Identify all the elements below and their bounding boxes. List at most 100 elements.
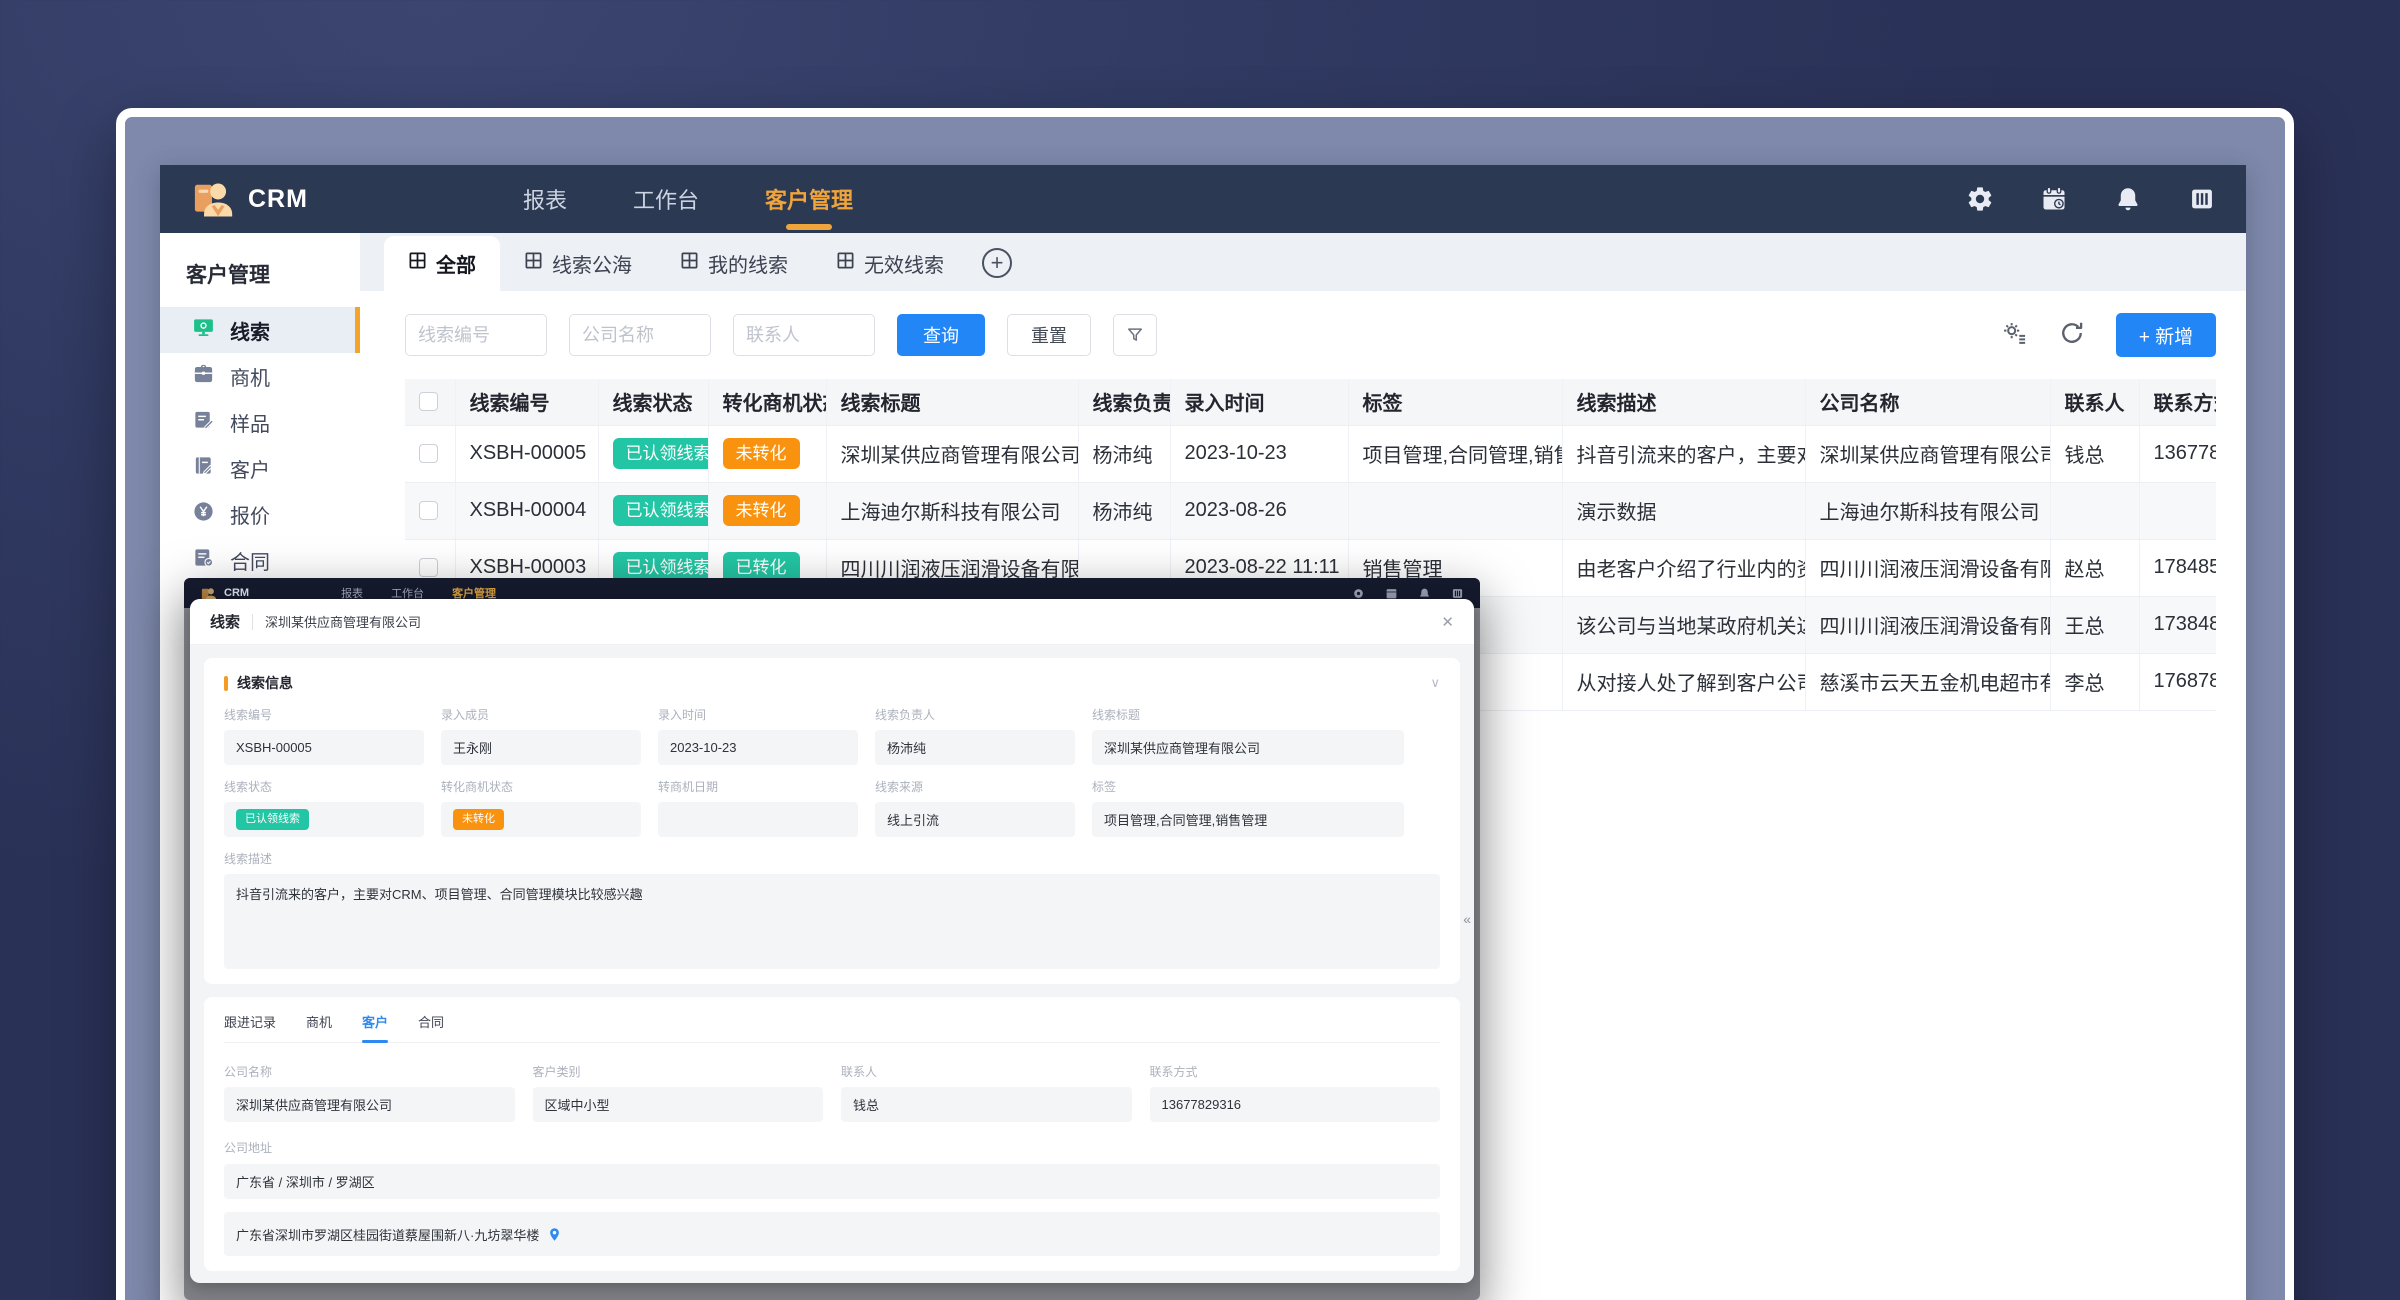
reset-button[interactable]: 重置 <box>1007 314 1091 356</box>
tab-label: 无效线索 <box>864 249 944 278</box>
convert-badge: 未转化 <box>723 438 800 469</box>
col-entry-time[interactable]: 录入时间 <box>1170 379 1348 425</box>
row-checkbox[interactable] <box>419 558 438 577</box>
sidebar-item-label: 合同 <box>230 546 270 575</box>
sidebar-item-label: 商机 <box>230 362 270 391</box>
table-tools: + 新增 <box>2000 313 2216 357</box>
lead-info-header: 线索信息 ∨ <box>224 673 1440 693</box>
status-badge: 已认领线索 <box>613 438 709 469</box>
sidebar-title: 客户管理 <box>160 249 360 307</box>
col-status[interactable]: 线索状态 <box>598 379 708 425</box>
grid-icon <box>836 251 855 276</box>
field-lead-title: 线索标题 深圳某供应商管理有限公司 <box>1092 706 1404 765</box>
collapse-section-icon[interactable]: ∨ <box>1430 675 1440 691</box>
lead-detail-window: CRM 报表 工作台 客户管理 线索 深圳某供应商管理有限公司 ✕ 线索信息 <box>184 578 1480 1300</box>
add-lead-button[interactable]: + 新增 <box>2116 313 2216 357</box>
tab-lead-pool[interactable]: 线索公海 <box>500 236 656 291</box>
grid-icon <box>680 251 699 276</box>
col-title[interactable]: 线索标题 <box>826 379 1078 425</box>
location-pin-icon[interactable] <box>547 1227 562 1242</box>
settings-icon <box>1352 587 1365 600</box>
tab-invalid-leads[interactable]: 无效线索 <box>812 236 968 291</box>
tab-customer[interactable]: 客户 <box>362 1012 388 1031</box>
table-row[interactable]: XSBH-00004 已认领线索 未转化 上海迪尔斯科技有限公司 杨沛纯 202… <box>405 482 2216 539</box>
field-convert-status: 转化商机状态 未转化 <box>441 778 641 837</box>
status-badge: 已认领线索 <box>236 809 309 830</box>
tab-opportunities[interactable]: 商机 <box>306 1012 332 1031</box>
lead-no-input[interactable] <box>405 314 547 356</box>
divider <box>252 614 253 630</box>
accent-bar <box>224 676 228 691</box>
section-title: 线索信息 <box>237 673 293 693</box>
refresh-icon[interactable] <box>2058 319 2086 352</box>
lead-monitor-icon <box>192 316 215 345</box>
sidebar-item-label: 线索 <box>230 316 270 345</box>
mini-nav-icons <box>1352 587 1464 600</box>
field-entry-time: 录入时间 2023-10-23 <box>658 706 858 765</box>
col-company[interactable]: 公司名称 <box>1805 379 2050 425</box>
nav-item-reports[interactable]: 报表 <box>523 165 567 233</box>
column-settings-icon[interactable] <box>2000 319 2028 352</box>
sidebar-item-quotes[interactable]: 报价 <box>160 491 360 537</box>
region-value: 广东省 / 深圳市 / 罗湖区 <box>236 1172 375 1191</box>
crm-logo-icon <box>190 175 234 224</box>
row-checkbox[interactable] <box>419 501 438 520</box>
modal-body: 线索信息 ∨ 线索编号 XSBH-00005 录入成员 王永刚 录入时间 202… <box>190 645 1474 1283</box>
app-logo[interactable]: CRM <box>190 175 308 224</box>
settings-icon[interactable] <box>1966 185 1994 213</box>
quote-yen-icon <box>192 500 215 529</box>
col-owner[interactable]: 线索负责人 <box>1078 379 1170 425</box>
col-convert-status[interactable]: 转化商机状态 <box>708 379 826 425</box>
tab-followups[interactable]: 跟进记录 <box>224 1012 276 1031</box>
col-tags[interactable]: 标签 <box>1348 379 1562 425</box>
detail-tabs: 跟进记录 商机 客户 合同 <box>224 1012 1440 1043</box>
company-name-input[interactable] <box>569 314 711 356</box>
tab-contracts[interactable]: 合同 <box>418 1012 444 1031</box>
tab-all[interactable]: 全部 <box>384 236 500 291</box>
sidebar-item-leads[interactable]: 线索 <box>160 307 360 353</box>
field-contact-name: 联系人 钱总 <box>841 1063 1132 1122</box>
modal-type-label: 线索 <box>210 611 240 632</box>
address-field[interactable]: 广东省深圳市罗湖区桂园街道蔡屋围新八·九坊翠华楼 <box>224 1212 1440 1256</box>
collapse-panel-icon[interactable]: « <box>1463 911 1471 927</box>
close-icon[interactable]: ✕ <box>1441 613 1454 631</box>
filter-bar: 查询 重置 + 新增 <box>405 313 2216 357</box>
lead-desc-textarea[interactable]: 抖音引流来的客户，主要对CRM、项目管理、合同管理模块比较感兴趣 <box>224 874 1440 969</box>
schedule-icon[interactable] <box>2040 185 2068 213</box>
col-phone[interactable]: 联系方式 <box>2139 379 2216 425</box>
customer-fields: 公司名称 深圳某供应商管理有限公司 客户类别 区域中小型 联系人 钱总 联系方式… <box>224 1063 1440 1122</box>
field-lead-status: 线索状态 已认领线索 <box>224 778 424 837</box>
sidebar-item-opportunities[interactable]: 商机 <box>160 353 360 399</box>
table-row[interactable]: XSBH-00005 已认领线索 未转化 深圳某供应商管理有限公司 杨沛纯 20… <box>405 425 2216 482</box>
nav-item-customer-mgmt[interactable]: 客户管理 <box>765 165 853 233</box>
lead-info-fields: 线索编号 XSBH-00005 录入成员 王永刚 录入时间 2023-10-23… <box>224 706 1440 837</box>
lead-detail-card: 跟进记录 商机 客户 合同 公司名称 深圳某供应商管理有限公司 客户类别 区域中… <box>204 997 1460 1271</box>
convert-badge: 未转化 <box>723 495 800 526</box>
col-lead-no[interactable]: 线索编号 <box>455 379 598 425</box>
notification-icon[interactable] <box>2114 185 2142 213</box>
filter-funnel-button[interactable] <box>1113 314 1157 356</box>
sidebar-item-contracts[interactable]: 合同 <box>160 537 360 583</box>
sidebar-item-samples[interactable]: 样品 <box>160 399 360 445</box>
sidebar-item-customers[interactable]: 客户 <box>160 445 360 491</box>
sidebar-item-label: 样品 <box>230 408 270 437</box>
region-field[interactable]: 广东省 / 深圳市 / 罗湖区 <box>224 1164 1440 1199</box>
nav-right-icons <box>1966 185 2216 213</box>
nav-item-workbench[interactable]: 工作台 <box>633 165 699 233</box>
col-contact[interactable]: 联系人 <box>2050 379 2139 425</box>
add-tab-button[interactable]: + <box>982 248 1012 278</box>
lead-info-card: 线索信息 ∨ 线索编号 XSBH-00005 录入成员 王永刚 录入时间 202… <box>204 658 1460 984</box>
layout-panel-icon[interactable] <box>2188 185 2216 213</box>
tab-my-leads[interactable]: 我的线索 <box>656 236 812 291</box>
sidebar-item-label: 报价 <box>230 500 270 529</box>
field-owner: 线索负责人 杨沛纯 <box>875 706 1075 765</box>
row-checkbox[interactable] <box>419 444 438 463</box>
col-desc[interactable]: 线索描述 <box>1562 379 1805 425</box>
field-tags: 标签 项目管理,合同管理,销售管理 <box>1092 778 1404 837</box>
field-lead-source: 线索来源 线上引流 <box>875 778 1075 837</box>
search-button[interactable]: 查询 <box>897 314 985 356</box>
sample-doc-icon <box>192 408 215 437</box>
table-header-row: 线索编号 线索状态 转化商机状态 线索标题 线索负责人 录入时间 标签 线索描述… <box>405 379 2216 425</box>
select-all-checkbox[interactable] <box>419 392 438 411</box>
contact-input[interactable] <box>733 314 875 356</box>
